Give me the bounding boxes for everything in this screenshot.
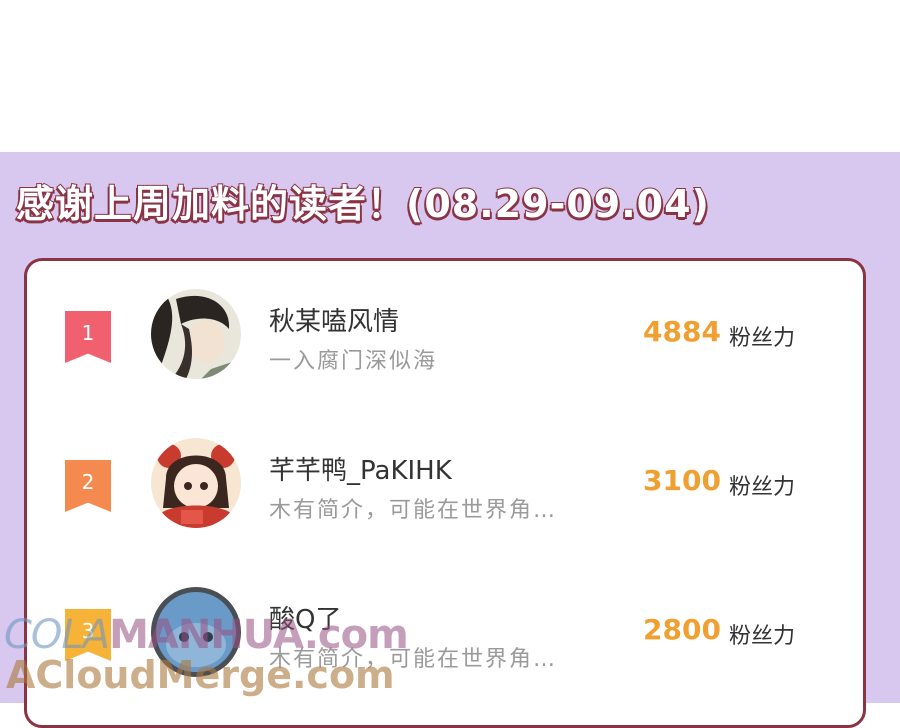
fan-score: 4884 xyxy=(643,315,721,348)
list-item[interactable]: 1 秋某嗑风情 一入腐门深似海 4884 粉丝力 xyxy=(27,279,869,399)
watermark-main: MANHUA.com xyxy=(109,612,409,658)
rank-badge: 1 xyxy=(65,311,111,363)
reader-intro: 一入腐门深似海 xyxy=(269,349,438,374)
avatar[interactable] xyxy=(151,438,241,528)
fan-score-unit: 粉丝力 xyxy=(729,326,796,351)
fan-score: 3100 xyxy=(643,464,721,497)
reader-intro: 木有简介，可能在世界角… xyxy=(269,498,558,523)
list-item[interactable]: 2 芊芊鸭_PaKIHK 木有简介，可能在世界角… 3100 粉丝力 xyxy=(27,428,869,548)
rank-badge: 2 xyxy=(65,460,111,512)
avatar[interactable] xyxy=(151,289,241,379)
watermark-site-2: ACloudMerge.com xyxy=(6,653,395,697)
watermark-site: COLAMANHUA.com xyxy=(4,612,409,658)
fan-score-unit: 粉丝力 xyxy=(729,475,796,500)
watermark-prefix: COLA xyxy=(4,612,110,658)
page-title: 感谢上周加料的读者！(08.29-09.04) xyxy=(15,181,710,227)
reader-name: 秋某嗑风情 xyxy=(269,307,400,337)
fan-score: 2800 xyxy=(643,613,721,646)
reader-name: 芊芊鸭_PaKIHK xyxy=(269,456,452,486)
fan-score-unit: 粉丝力 xyxy=(729,624,796,649)
